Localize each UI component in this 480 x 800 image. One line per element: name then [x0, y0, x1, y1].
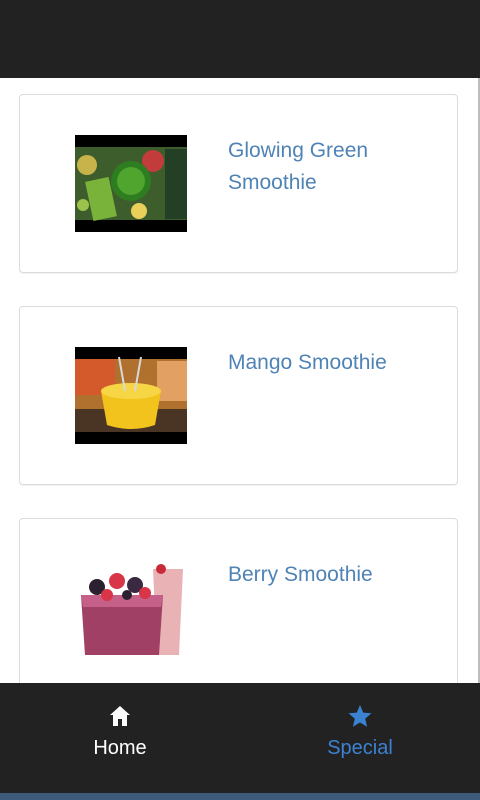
nav-home-label: Home [93, 737, 147, 759]
nav-tab-home[interactable]: Home [0, 683, 240, 793]
recipe-list[interactable]: Glowing Green Smoothie Mango Smoothie Be… [0, 78, 478, 683]
berry-smoothie-thumbnail[interactable] [75, 559, 187, 656]
system-bar-edge [0, 793, 480, 800]
berry-smoothie-photo [75, 559, 187, 656]
star-icon [348, 705, 372, 727]
green-smoothie-photo [75, 135, 187, 232]
mango-smoothie-photo [75, 347, 187, 444]
top-app-bar [0, 0, 480, 78]
item-title[interactable]: Glowing Green Smoothie [228, 135, 428, 199]
list-item-glowing-green-smoothie[interactable]: Glowing Green Smoothie [19, 94, 458, 273]
green-smoothie-thumbnail[interactable] [75, 135, 187, 232]
bottom-navigation: Home Special [0, 683, 480, 793]
item-title[interactable]: Mango Smoothie [228, 347, 428, 379]
nav-tab-special[interactable]: Special [240, 683, 480, 793]
mango-smoothie-thumbnail[interactable] [75, 347, 187, 444]
list-item-berry-smoothie[interactable]: Berry Smoothie [19, 518, 458, 683]
item-title[interactable]: Berry Smoothie [228, 559, 428, 591]
list-item-mango-smoothie[interactable]: Mango Smoothie [19, 306, 458, 485]
nav-special-label: Special [327, 737, 393, 759]
home-icon [110, 706, 130, 726]
